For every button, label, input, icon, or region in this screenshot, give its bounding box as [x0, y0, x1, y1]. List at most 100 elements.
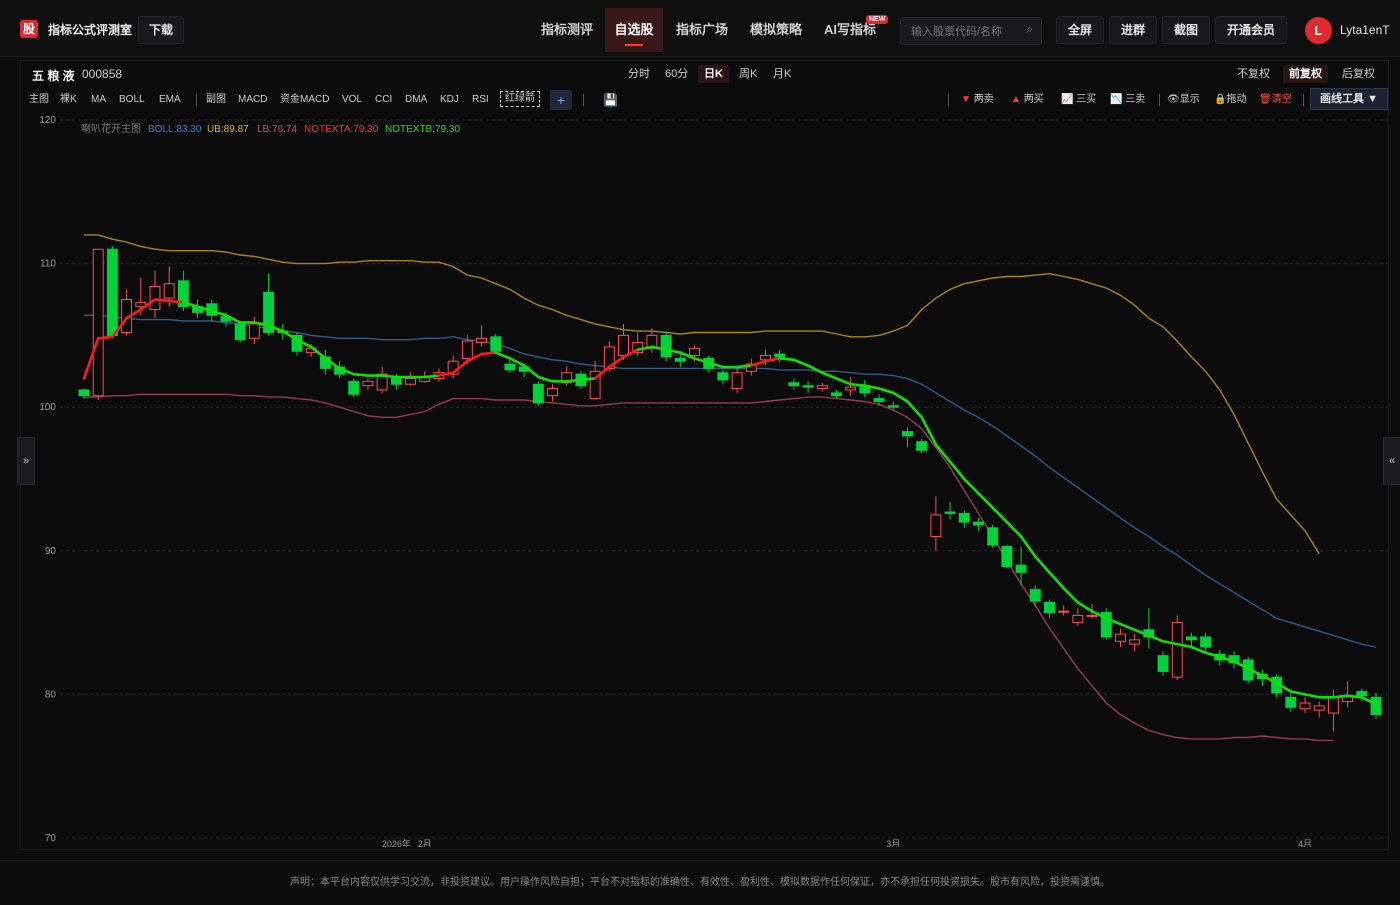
chart-grid	[60, 119, 1387, 839]
tool-ma[interactable]: MA	[91, 92, 106, 108]
main-line-segment	[167, 299, 185, 304]
candle-down	[1043, 601, 1055, 614]
avatar[interactable]: L	[1305, 17, 1332, 44]
screenshot-button[interactable]: 截图	[1162, 16, 1210, 44]
candle-up	[461, 340, 473, 359]
search-icon[interactable]: ⌕	[1026, 22, 1033, 37]
add-indicator-button[interactable]: +	[550, 90, 572, 110]
save-icon[interactable]: 💾	[603, 92, 618, 108]
toolbar-divider	[196, 94, 197, 106]
tool-fund-macd[interactable]: 资金MACD	[280, 92, 329, 108]
main-line-segment	[1346, 694, 1364, 699]
tool-drag[interactable]: 🔒拖动	[1214, 92, 1246, 108]
tool-sub-chart[interactable]: 副图	[206, 92, 226, 108]
candle-down	[1015, 564, 1027, 573]
candle-down	[1200, 636, 1212, 648]
app-title: 指标公式评测室	[48, 23, 133, 37]
main-line-segment	[820, 371, 838, 380]
candle-down	[660, 334, 672, 358]
disclaimer: 声明：本平台内容仅供学习交流，非投资建议。用户操作风险自担；平台不对指标的准确性…	[0, 860, 1400, 901]
tool-sell-two[interactable]: ▼ 两卖	[961, 92, 994, 108]
candlestick-chart[interactable]: 70 80 90 100 110 120 2026年 2月 3月 4月 喇叭花开主图 BOLL:8…	[20, 112, 1387, 847]
candle-up	[1086, 614, 1098, 617]
period-month[interactable]: 月K	[767, 65, 797, 83]
tool-buy-three[interactable]: 📈 三买	[1061, 92, 1096, 108]
main-line-segment	[352, 372, 370, 377]
stock-search[interactable]: ⌕	[900, 17, 1042, 45]
tool-boll[interactable]: BOLL	[119, 92, 145, 108]
candle-up	[1072, 614, 1084, 624]
tool-sell-three[interactable]: 📉 三卖	[1110, 92, 1145, 108]
tool-label: 三卖	[1125, 94, 1146, 105]
tool-red-green-arrow[interactable]: 红绿箭	[500, 91, 540, 107]
tool-macd[interactable]: MACD	[238, 92, 267, 108]
main-line-segment	[480, 351, 498, 356]
candle-down	[774, 353, 786, 358]
tool-show[interactable]: 👁显示	[1167, 92, 1200, 108]
tool-vol[interactable]: VOL	[342, 92, 362, 108]
candle-up	[248, 323, 260, 339]
tool-buy-two[interactable]: ▲ 两买	[1011, 92, 1044, 108]
fullscreen-button[interactable]: 全屏	[1056, 16, 1104, 44]
tool-cci[interactable]: CCI	[375, 92, 392, 108]
candle-down	[490, 336, 502, 352]
legend-boll: BOLL:83.30	[148, 124, 202, 135]
toolbar-divider	[948, 94, 949, 106]
tool-kdj[interactable]: KDJ	[440, 92, 459, 108]
period-week[interactable]: 周K	[733, 65, 763, 83]
candle-down	[532, 383, 544, 404]
eye-icon: 👁	[1167, 94, 1180, 105]
nav-indicator-square[interactable]: 指标广场	[667, 8, 737, 52]
candle-down	[1029, 589, 1041, 602]
tool-clear[interactable]: 🗑清空	[1259, 92, 1292, 108]
fq-forward[interactable]: 前复权	[1283, 65, 1328, 83]
tool-label: 显示	[1179, 94, 1200, 105]
triangle-down-icon: ▼	[961, 94, 971, 105]
main-line-segment	[1033, 555, 1051, 574]
period-60min[interactable]: 60分	[659, 65, 694, 83]
stock-search-input[interactable]	[909, 22, 1023, 42]
candle-down	[1185, 636, 1197, 641]
fq-backward[interactable]: 后复权	[1336, 65, 1381, 83]
membership-button[interactable]: 开通会员	[1215, 16, 1287, 44]
expand-right-button[interactable]: «	[1383, 437, 1400, 485]
period-day[interactable]: 日K	[698, 65, 729, 83]
tool-dma[interactable]: DMA	[405, 92, 427, 108]
fq-none[interactable]: 不复权	[1231, 65, 1276, 83]
main-line-segment	[153, 298, 171, 303]
main-line-segment	[849, 382, 867, 387]
candle-up	[689, 347, 700, 357]
candle-down	[916, 441, 928, 451]
main-line-segment	[778, 357, 796, 362]
candle-down	[802, 385, 814, 388]
tool-label: 两买	[1023, 94, 1044, 105]
main-line-segment	[991, 506, 1009, 524]
draw-tools-button[interactable]: 画线工具 ▼	[1310, 88, 1388, 110]
candle-down	[1157, 655, 1169, 672]
expand-left-button[interactable]: »	[17, 437, 35, 485]
username[interactable]: Lyta1enT	[1340, 23, 1390, 37]
tool-ema[interactable]: EMA	[159, 92, 181, 108]
period-minute[interactable]: 分时	[622, 65, 656, 83]
candle-down	[958, 512, 970, 523]
candle-up	[163, 283, 175, 299]
candle-down	[972, 521, 984, 526]
toolbar-divider	[1303, 94, 1304, 106]
nav-watchlist[interactable]: 自选股	[605, 8, 663, 52]
x-tick-label: 3月	[886, 839, 900, 847]
candle-up	[816, 385, 828, 390]
tool-naked-k[interactable]: 裸K	[60, 92, 77, 108]
tool-label: 拖动	[1226, 94, 1247, 105]
nav-sim-strategy[interactable]: 模拟策略	[741, 8, 811, 52]
nav-indicator-eval[interactable]: 指标测评	[532, 8, 602, 52]
tool-main-chart[interactable]: 主图	[29, 92, 49, 108]
main-line-segment	[749, 359, 767, 367]
join-group-button[interactable]: 进群	[1109, 16, 1157, 44]
candle-up	[92, 248, 104, 397]
candle-down	[1001, 545, 1013, 568]
download-button[interactable]: 下载	[138, 16, 184, 44]
candle-down	[674, 357, 686, 362]
chart-axis: 70 80 90 100 110 120 2026年 2月 3月 4月	[39, 115, 1312, 847]
stock-name: 五 粮 液	[32, 69, 75, 83]
tool-rsi[interactable]: RSI	[472, 92, 489, 108]
